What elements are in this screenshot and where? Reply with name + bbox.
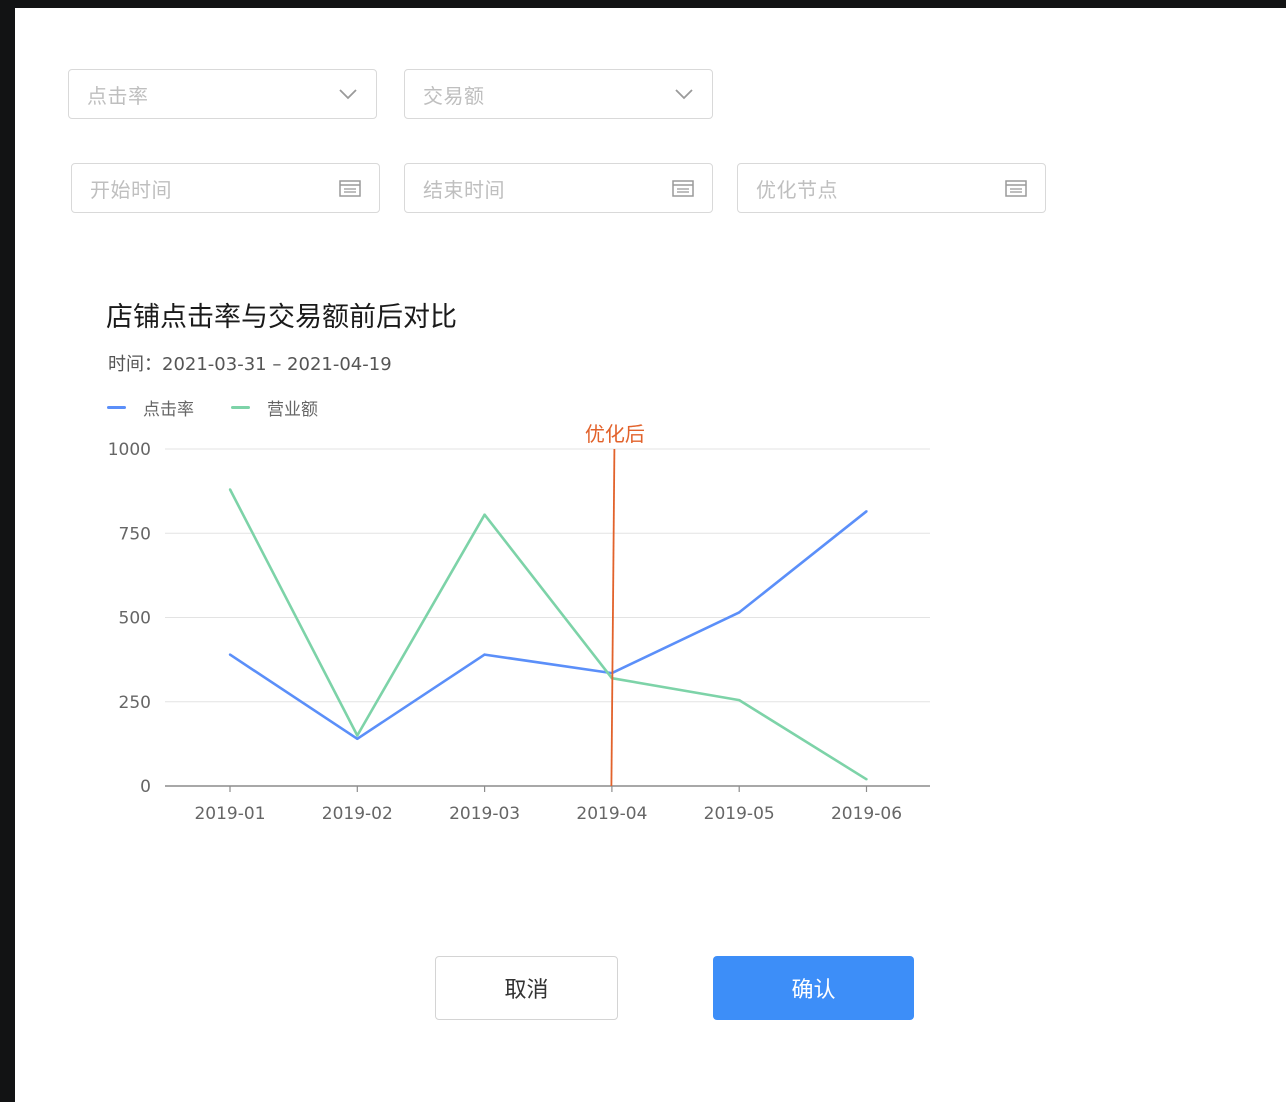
data-point <box>738 611 741 614</box>
x-tick-label: 2019-04 <box>576 804 647 824</box>
line-chart: 0 250 500 750 1000 2019-01 2019-02 2019-03 2019-… <box>108 422 930 824</box>
y-tick-label: 750 <box>119 524 151 544</box>
data-point <box>228 488 232 491</box>
dialog-panel: 点击率 交易额 开始时间 结束时间 优化节点 店铺点击率与交易额前后对比 时间：… <box>15 8 1286 1102</box>
data-point <box>483 513 486 516</box>
data-point <box>228 653 232 656</box>
x-tick-label: 2019-05 <box>704 804 775 824</box>
annotation-label: 优化后 <box>585 422 645 446</box>
y-tick-label: 0 <box>140 777 151 797</box>
y-tick-label: 1000 <box>108 440 151 460</box>
x-tick-label: 2019-06 <box>831 804 902 824</box>
confirm-button[interactable]: 确认 <box>713 956 914 1020</box>
data-point <box>865 778 868 781</box>
cancel-button[interactable]: 取消 <box>435 956 618 1020</box>
x-tick-label: 2019-02 <box>322 804 393 824</box>
data-point <box>356 737 359 741</box>
y-tick-label: 250 <box>119 693 151 713</box>
x-tick-label: 2019-03 <box>449 804 520 824</box>
series-line-0 <box>229 510 868 741</box>
data-point <box>738 698 741 702</box>
data-point <box>356 734 359 737</box>
data-point <box>865 510 868 513</box>
data-point <box>483 653 486 656</box>
x-tick-label: 2019-01 <box>194 804 265 824</box>
y-tick-label: 500 <box>119 609 151 629</box>
